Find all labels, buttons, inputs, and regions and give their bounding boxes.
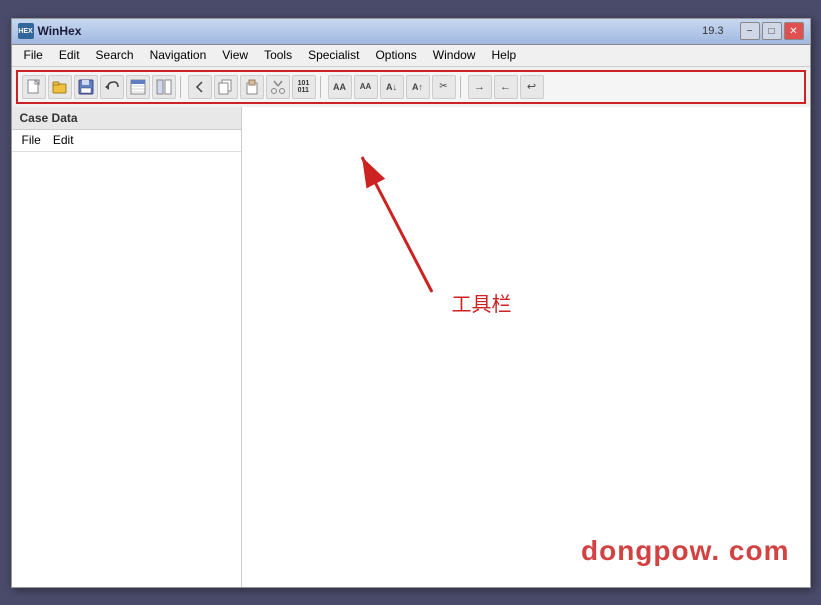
menu-window[interactable]: Window xyxy=(425,45,484,66)
toolbar-copy-button[interactable] xyxy=(214,75,238,99)
title-bar-left: HEX WinHex xyxy=(18,23,82,39)
toolbar-open-button[interactable] xyxy=(48,75,72,99)
version-label: 19.3 xyxy=(702,25,723,37)
menu-navigation[interactable]: Navigation xyxy=(142,45,215,66)
annotation-text: 工具栏 xyxy=(452,288,512,317)
toolbar-separator-2 xyxy=(320,76,324,98)
toolbar-back-button[interactable] xyxy=(188,75,212,99)
close-button[interactable]: ✕ xyxy=(784,22,804,40)
menu-tools[interactable]: Tools xyxy=(256,45,300,66)
toolbar-nav1-button[interactable]: → xyxy=(468,75,492,99)
watermark: dongpow. com xyxy=(581,535,790,567)
sidebar-menu-file[interactable]: File xyxy=(18,132,45,148)
menu-bar: File Edit Search Navigation View Tools S… xyxy=(12,45,810,67)
window-controls: − □ ✕ xyxy=(740,22,804,40)
menu-options[interactable]: Options xyxy=(367,45,424,66)
window-title: WinHex xyxy=(38,24,82,38)
toolbar-cut-button[interactable] xyxy=(266,75,290,99)
app-icon: HEX xyxy=(18,23,34,39)
annotation: 工具栏 xyxy=(302,127,522,327)
menu-view[interactable]: View xyxy=(214,45,256,66)
maximize-button[interactable]: □ xyxy=(762,22,782,40)
sidebar-body xyxy=(12,152,241,587)
toolbar-find5-button[interactable]: ✂ xyxy=(432,75,456,99)
toolbar-view1-button[interactable] xyxy=(126,75,150,99)
toolbar: 101011 AA AA A↓ A↑ ✂ → ← ↩ xyxy=(16,70,806,104)
menu-edit[interactable]: Edit xyxy=(51,45,88,66)
menu-specialist[interactable]: Specialist xyxy=(300,45,367,66)
toolbar-find1-button[interactable]: AA xyxy=(328,75,352,99)
toolbar-new-button[interactable] xyxy=(22,75,46,99)
sidebar: Case Data File Edit xyxy=(12,107,242,587)
toolbar-find3-button[interactable]: A↓ xyxy=(380,75,404,99)
main-editor-area: 工具栏 dongpow. com xyxy=(242,107,810,587)
toolbar-save-button[interactable] xyxy=(74,75,98,99)
menu-search[interactable]: Search xyxy=(88,45,142,66)
toolbar-find2-button[interactable]: AA xyxy=(354,75,378,99)
title-bar: HEX WinHex 19.3 − □ ✕ xyxy=(12,19,810,45)
toolbar-find4-button[interactable]: A↑ xyxy=(406,75,430,99)
sidebar-menu-edit[interactable]: Edit xyxy=(49,132,78,148)
toolbar-nav2-button[interactable]: ← xyxy=(494,75,518,99)
annotation-arrow xyxy=(302,127,502,307)
menu-file[interactable]: File xyxy=(16,45,51,66)
sidebar-menu-bar: File Edit xyxy=(12,130,241,152)
sidebar-header: Case Data xyxy=(12,107,241,130)
toolbar-paste-button[interactable] xyxy=(240,75,264,99)
menu-help[interactable]: Help xyxy=(483,45,524,66)
main-content: Case Data File Edit 工具栏 xyxy=(12,107,810,587)
toolbar-undo-button[interactable] xyxy=(100,75,124,99)
toolbar-binary-button[interactable]: 101011 xyxy=(292,75,316,99)
toolbar-nav3-button[interactable]: ↩ xyxy=(520,75,544,99)
minimize-button[interactable]: − xyxy=(740,22,760,40)
toolbar-view2-button[interactable] xyxy=(152,75,176,99)
toolbar-separator-1 xyxy=(180,76,184,98)
toolbar-separator-3 xyxy=(460,76,464,98)
main-window: HEX WinHex 19.3 − □ ✕ File Edit Search N… xyxy=(11,18,811,588)
